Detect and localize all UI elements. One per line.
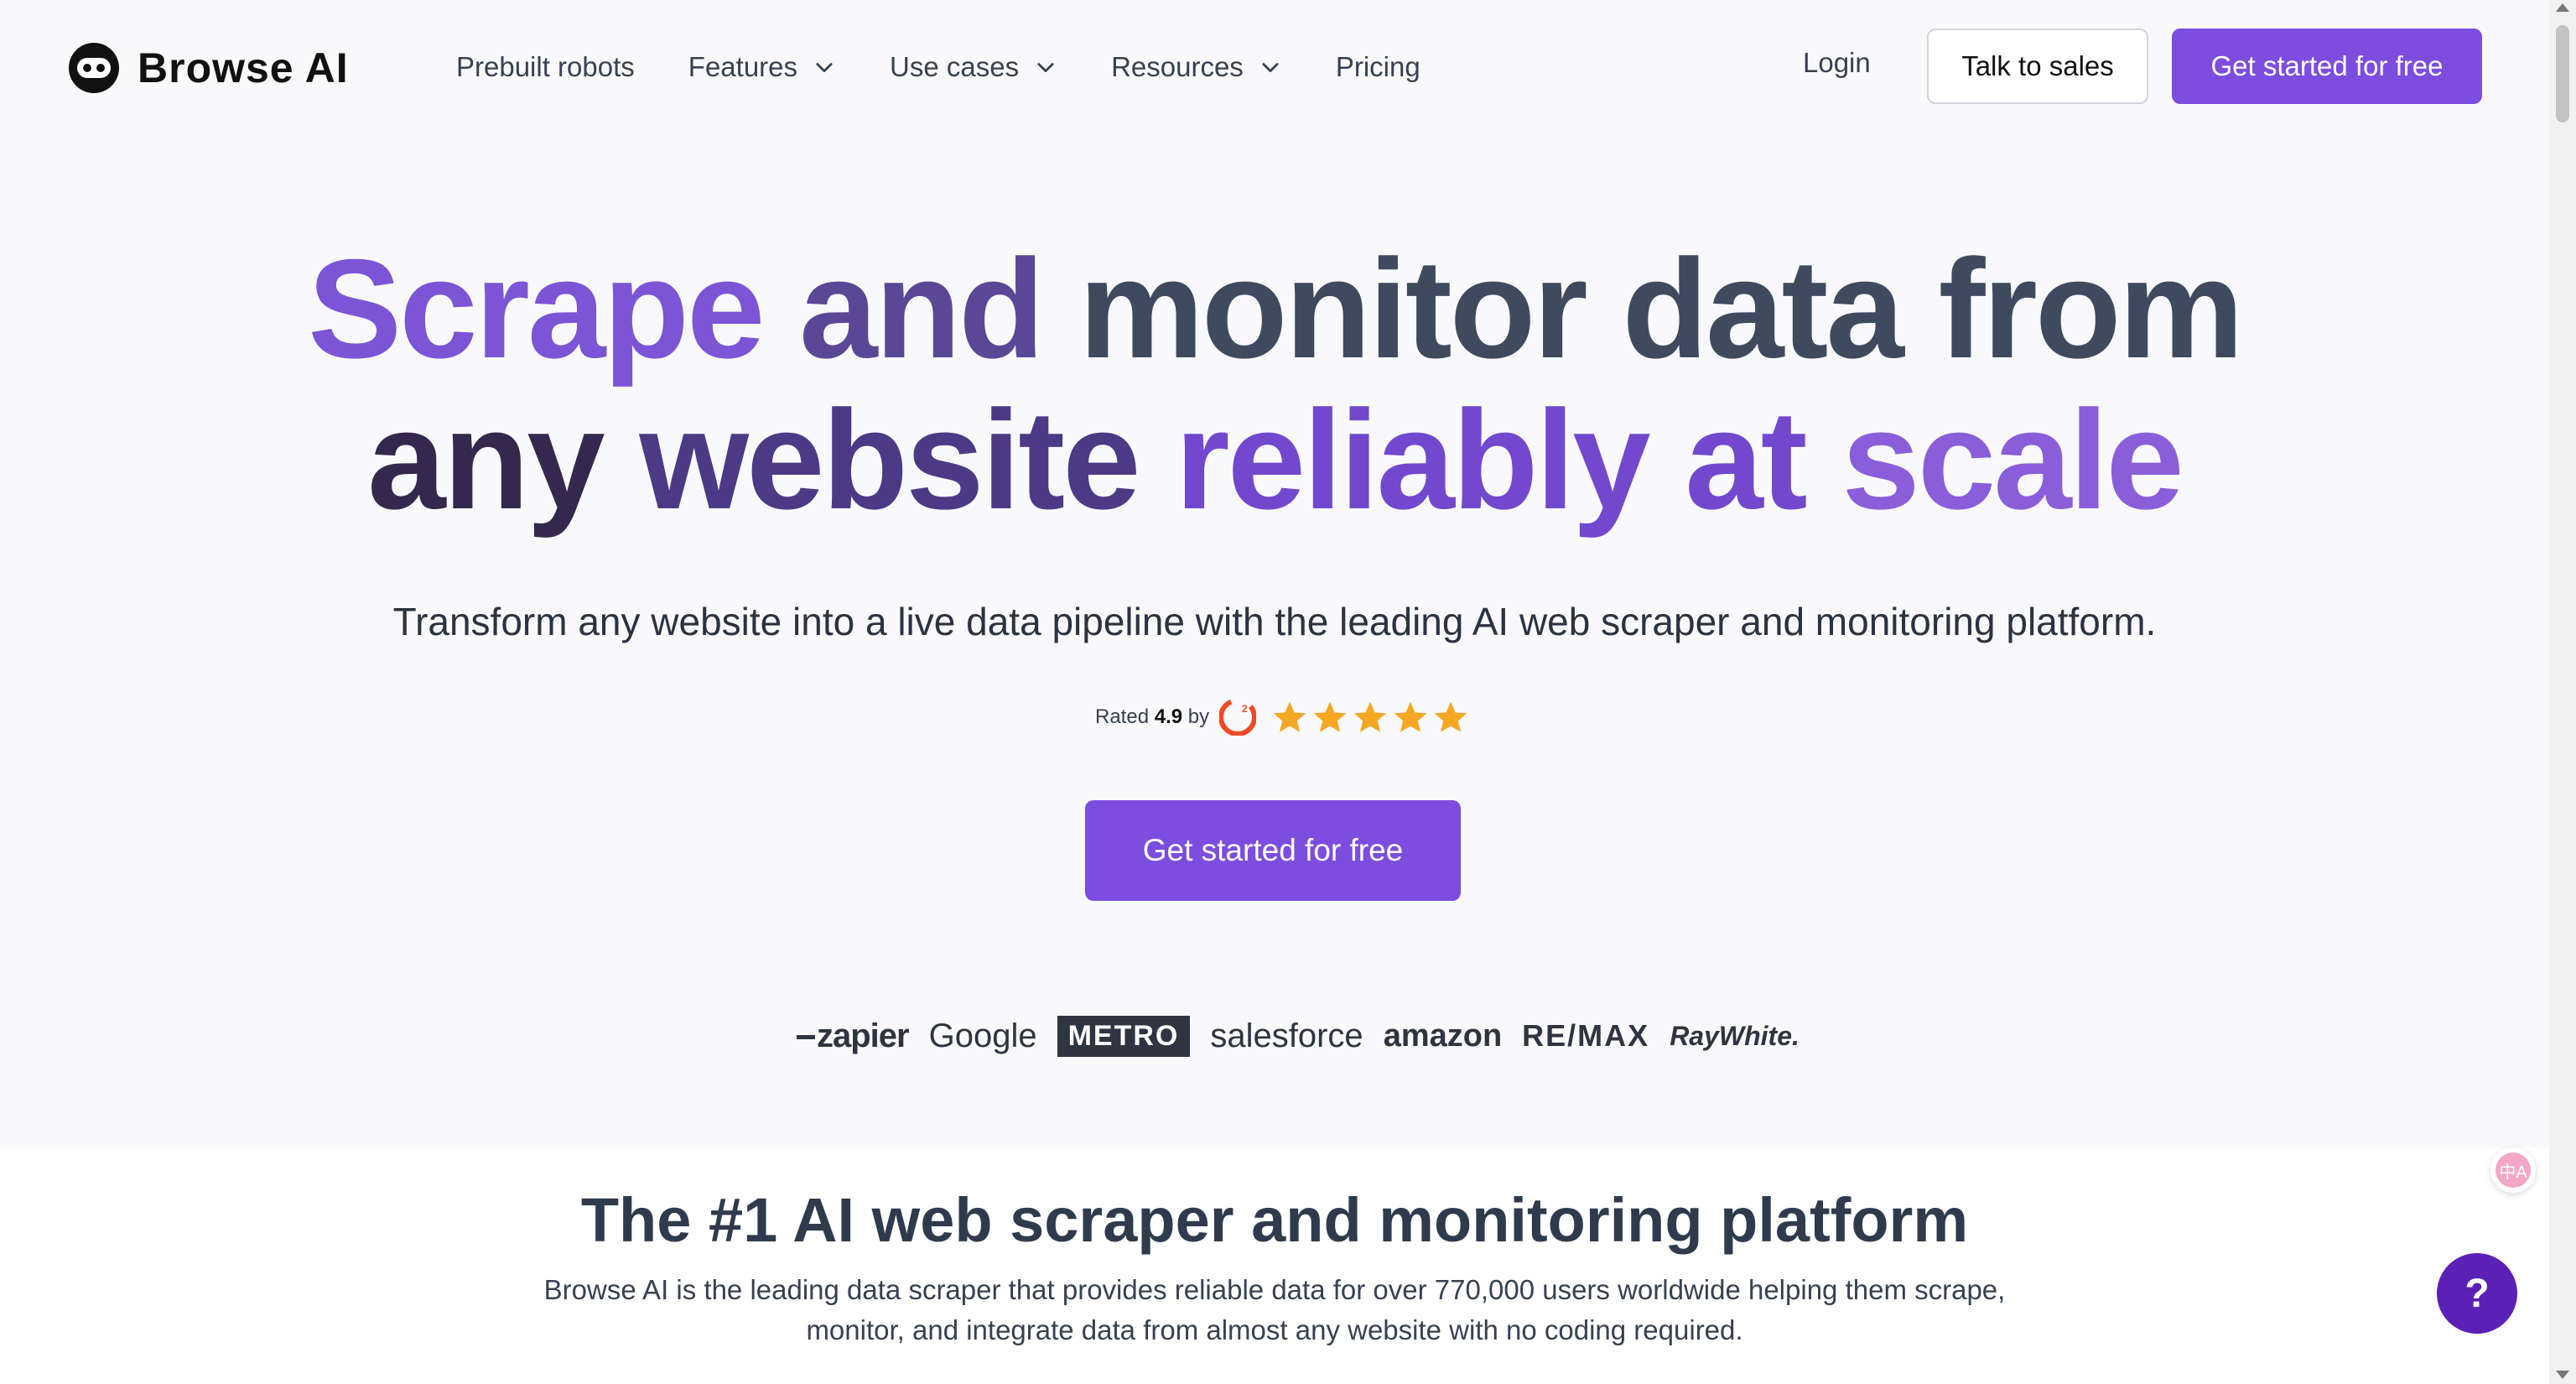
section-body: Browse AI is the leading data scraper th… <box>543 1274 2006 1345</box>
zapier-logo: zapier <box>797 1017 910 1055</box>
scroll-up-arrow-icon[interactable] <box>2556 3 2569 12</box>
hero-word: at <box>1685 381 1807 539</box>
hero-word: website <box>639 381 1140 539</box>
google-logo: Google <box>928 1017 1037 1054</box>
scroll-down-arrow-icon[interactable] <box>2556 1371 2569 1379</box>
nav-features[interactable]: Features <box>688 51 836 83</box>
talk-to-sales-button[interactable]: Talk to sales <box>1927 29 2148 104</box>
robot-logo-icon <box>69 43 119 93</box>
svg-text:2: 2 <box>1242 703 1248 715</box>
login-link[interactable]: Login <box>1803 47 1871 79</box>
customer-logos: zapier Google METRO salesforce amazon RE… <box>797 1007 1820 1065</box>
nav-label: Features <box>688 51 798 82</box>
star-icon <box>1353 701 1387 732</box>
vertical-scrollbar[interactable] <box>2549 0 2576 1384</box>
star-icon <box>1434 701 1467 732</box>
remax-logo: RE/MAX <box>1522 1018 1650 1053</box>
nav-pricing[interactable]: Pricing <box>1336 51 1420 83</box>
rating-value: 4.9 <box>1154 705 1183 728</box>
hero-word: scale <box>1841 381 2184 539</box>
nav-resources[interactable]: Resources <box>1111 51 1282 83</box>
help-button[interactable]: ? <box>2437 1253 2517 1334</box>
salesforce-logo: salesforce <box>1210 1017 1363 1054</box>
rating-stars <box>1271 699 1469 736</box>
rating-text: Rated 4.9 by <box>1095 705 1209 729</box>
intro-section: The #1 AI web scraper and monitoring pla… <box>0 1147 2549 1384</box>
amazon-logo: amazon <box>1383 1017 1503 1054</box>
hero-title-line-1: Scrape and monitor data from <box>0 233 2549 384</box>
g2-icon: 2 <box>1219 699 1257 736</box>
metro-logo: METRO <box>1057 1015 1191 1057</box>
hero-word: monitor <box>1078 230 1588 388</box>
hero-word: any <box>367 381 605 539</box>
star-icon <box>1394 701 1427 732</box>
top-navigation: Browse AI Prebuilt robots Features Use c… <box>0 0 2549 134</box>
nav-label: Prebuilt robots <box>456 51 635 82</box>
translate-icon: 中A <box>2496 1152 2531 1188</box>
hero-word: from <box>1938 230 2244 388</box>
hero-word: reliably <box>1175 381 1650 539</box>
hero-subtitle: Transform any website into a live data p… <box>392 600 2157 643</box>
chevron-down-icon <box>816 63 833 73</box>
nav-use-cases[interactable]: Use cases <box>890 51 1057 83</box>
hero-word: Scrape <box>308 230 765 388</box>
hero-word: and <box>799 230 1045 388</box>
zapier-wordmark: zapier <box>817 1017 910 1054</box>
raywhite-logo: RayWhite. <box>1670 1020 1800 1051</box>
section-title: The #1 AI web scraper and monitoring pla… <box>580 1185 1969 1255</box>
nav-label: Pricing <box>1335 51 1420 82</box>
rating-prefix: Rated <box>1095 705 1150 728</box>
hero-get-started-button[interactable]: Get started for free <box>1085 800 1461 901</box>
brand-name: Browse AI <box>138 44 349 91</box>
nav-prebuilt-robots[interactable]: Prebuilt robots <box>456 51 635 83</box>
rating-suffix: by <box>1187 705 1210 728</box>
nav-label: Resources <box>1111 51 1244 82</box>
star-icon <box>1313 701 1347 732</box>
rating-row: Rated 4.9 by 2 <box>1095 696 1469 738</box>
hero-title-line-2: any website reliably at scale <box>0 384 2549 535</box>
scroll-thumb[interactable] <box>2556 25 2569 122</box>
brand-logo[interactable]: Browse AI <box>67 40 349 96</box>
star-icon <box>1273 701 1306 732</box>
nav-label: Use cases <box>890 51 1020 82</box>
translate-button[interactable]: 中A <box>2490 1147 2536 1193</box>
main-menu: Prebuilt robots Features Use cases Resou… <box>456 47 1474 87</box>
hero-word: data <box>1622 230 1903 388</box>
page-viewport: Browse AI Prebuilt robots Features Use c… <box>0 0 2549 1384</box>
chevron-down-icon <box>1037 63 1054 73</box>
chevron-down-icon <box>1262 63 1279 73</box>
header-get-started-button[interactable]: Get started for free <box>2172 29 2482 104</box>
